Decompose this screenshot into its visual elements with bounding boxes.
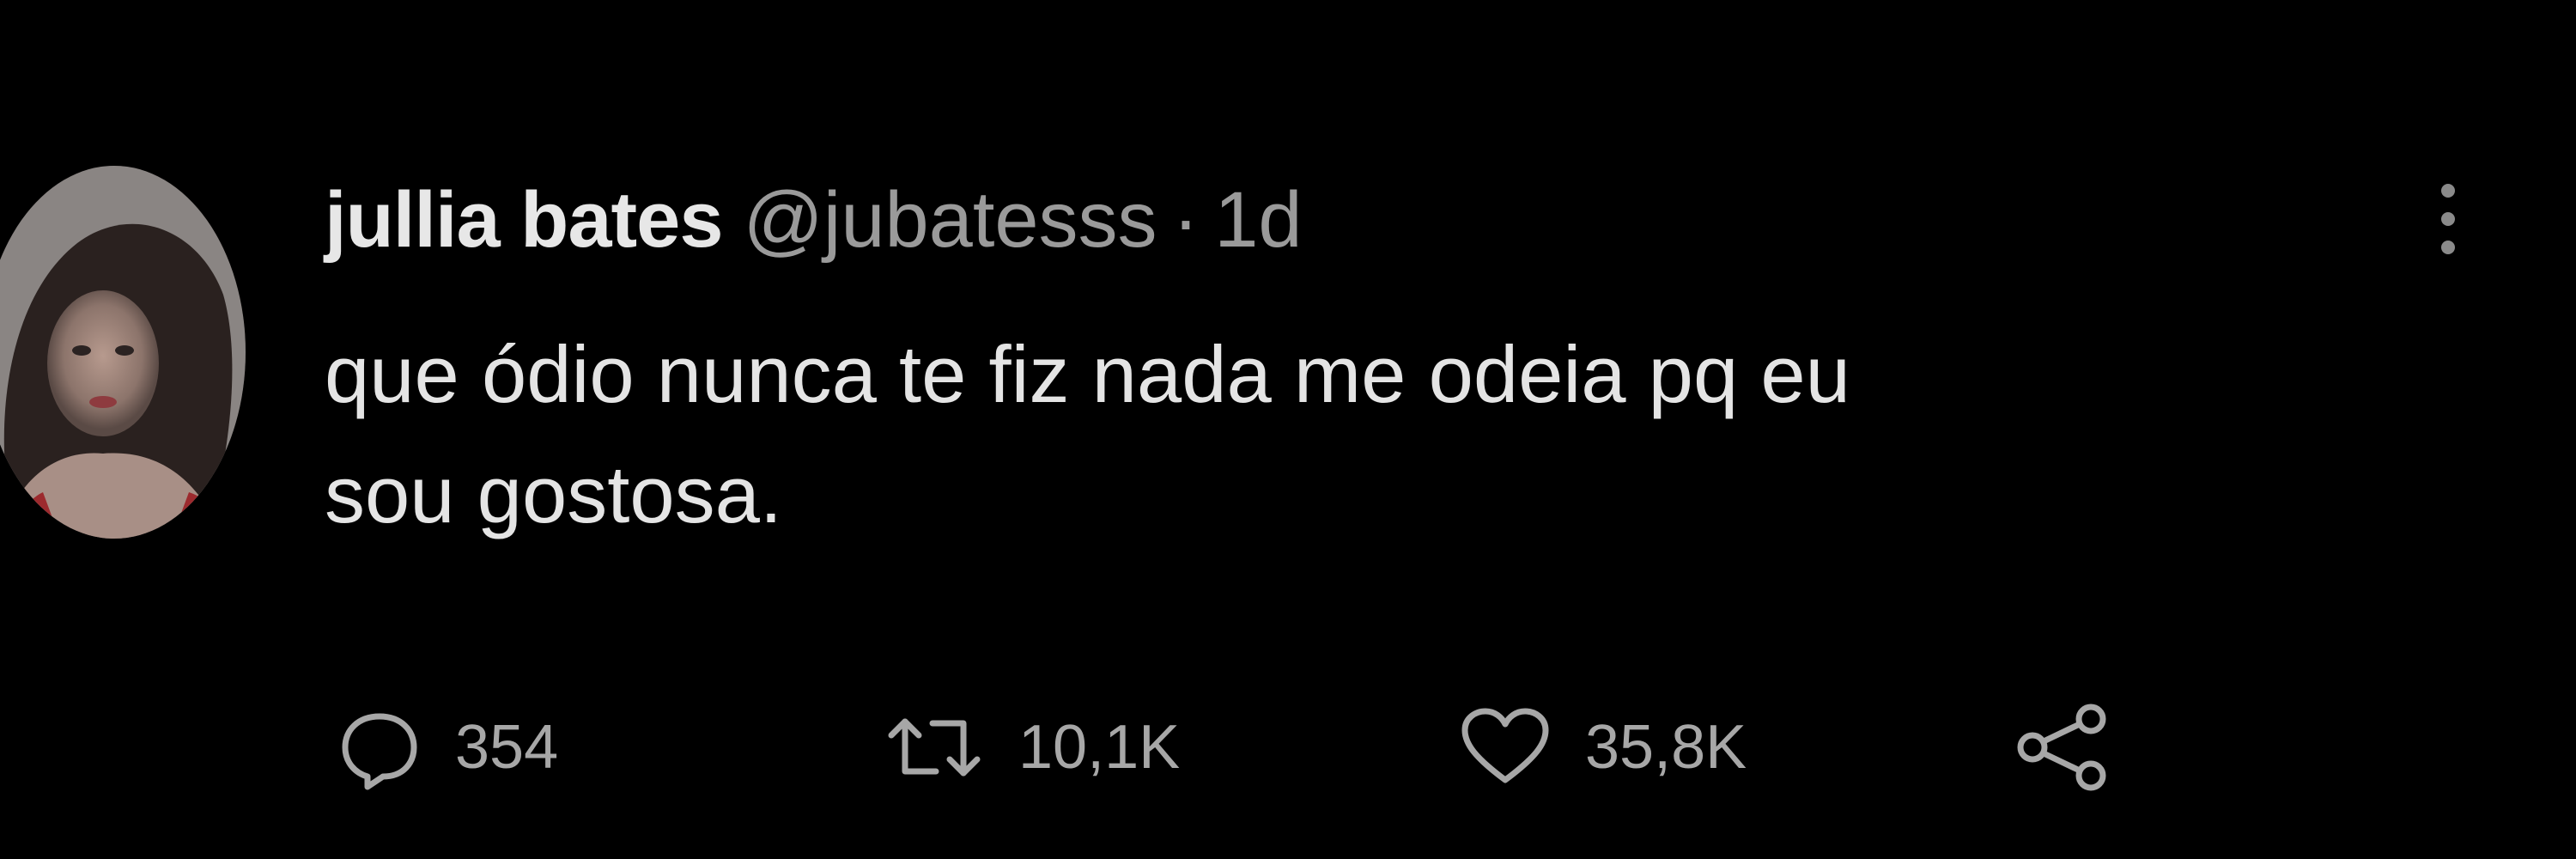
heart-icon: [1461, 708, 1549, 783]
like-count: 35,8K: [1585, 713, 1747, 782]
author-handle[interactable]: @jubatesss: [744, 175, 1157, 265]
share-button[interactable]: [2012, 700, 2115, 795]
avatar-image: [0, 166, 246, 539]
reply-icon: [342, 713, 417, 790]
timestamp[interactable]: 1d: [1214, 175, 1302, 265]
tweet-header: jullia bates @jubatesss · 1d: [325, 168, 1303, 271]
author-name[interactable]: jullia bates: [325, 175, 723, 265]
share-icon: [2017, 704, 2106, 791]
tweet-card[interactable]: jullia bates @jubatesss · 1d que ódio nu…: [0, 0, 2576, 859]
tweet-text-line-1: que ódio nunca te fiz nada me odeia pq e…: [325, 329, 1850, 419]
tweet-actions: 354 10,1K 35,8K: [325, 700, 2214, 795]
avatar[interactable]: [0, 166, 246, 539]
retweet-button[interactable]: 10,1K: [883, 700, 1180, 795]
reply-button[interactable]: 354: [337, 700, 558, 795]
reply-count: 354: [455, 713, 559, 782]
more-options-button[interactable]: [2427, 172, 2470, 266]
tweet-text-line-2: sou gostosa.: [325, 449, 783, 539]
retweet-icon: [888, 718, 981, 777]
retweet-count: 10,1K: [1018, 713, 1181, 782]
more-vertical-icon: [2441, 184, 2455, 254]
like-button[interactable]: 35,8K: [1458, 700, 1747, 795]
separator-dot: ·: [1172, 175, 1200, 264]
tweet-text: que ódio nunca te fiz nada me odeia pq e…: [325, 314, 2471, 555]
